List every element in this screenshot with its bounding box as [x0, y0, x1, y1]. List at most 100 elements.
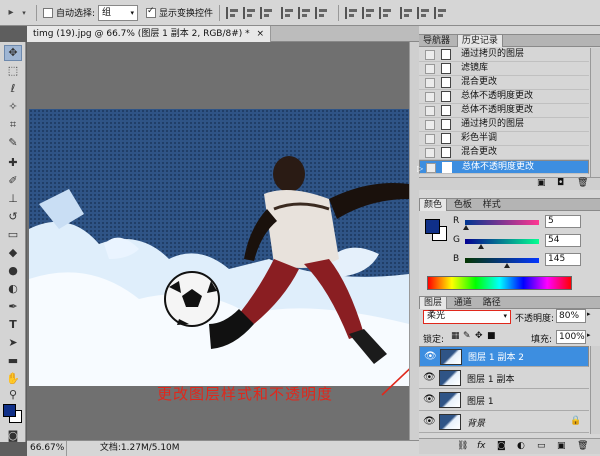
- history-brush-source-icon[interactable]: [425, 134, 435, 144]
- history-item[interactable]: 总体不透明度更改 ▷: [417, 160, 589, 174]
- distribute-vcenter-icon[interactable]: [362, 6, 376, 19]
- pen-tool-icon[interactable]: ✒: [4, 299, 22, 315]
- history-brush-source-icon[interactable]: [425, 148, 435, 158]
- link-layers-icon[interactable]: ⛓: [457, 441, 468, 451]
- snapshot-icon[interactable]: ◘: [557, 178, 564, 188]
- layer-style-icon[interactable]: fx: [477, 441, 486, 451]
- lock-paint-icon[interactable]: ✎: [463, 331, 471, 341]
- zoom-tool-icon[interactable]: ⚲: [4, 387, 22, 403]
- eraser-tool-icon[interactable]: ▭: [4, 227, 22, 243]
- eyedropper-tool-icon[interactable]: ✎: [4, 135, 22, 151]
- quick-select-tool-icon[interactable]: ✧: [4, 99, 22, 115]
- distribute-bottom-icon[interactable]: [379, 6, 393, 19]
- paint-bucket-icon[interactable]: ◆: [4, 245, 22, 261]
- history-item[interactable]: 通过拷贝的图层: [419, 118, 589, 132]
- lock-transparent-icon[interactable]: ▦: [451, 331, 460, 341]
- document-tab[interactable]: timg (19).jpg @ 66.7% (图层 1 副本 2, RGB/8#…: [27, 26, 272, 42]
- auto-select-dropdown[interactable]: 组 ▾: [98, 4, 139, 21]
- eye-icon[interactable]: 👁: [423, 394, 436, 406]
- opacity-arrow-icon[interactable]: ▸: [587, 310, 591, 318]
- move-tool-icon[interactable]: ▸: [4, 7, 18, 19]
- delete-layer-icon[interactable]: 🗑: [577, 441, 588, 451]
- history-item[interactable]: 总体不透明度更改: [419, 104, 589, 118]
- tab-paths[interactable]: 路径: [479, 297, 505, 309]
- brush-tool-icon[interactable]: ✐: [4, 173, 22, 189]
- history-item[interactable]: 混合更改: [419, 146, 589, 160]
- history-brush-source-icon[interactable]: [425, 50, 435, 60]
- history-brush-source-icon[interactable]: [426, 163, 436, 173]
- history-brush-icon[interactable]: ↺: [4, 209, 22, 225]
- layer-row[interactable]: 👁 图层 1 副本 2: [419, 346, 589, 367]
- trash-icon[interactable]: 🗑: [577, 178, 588, 188]
- lock-position-icon[interactable]: ✥: [475, 331, 483, 341]
- hand-tool-icon[interactable]: ✋: [4, 371, 22, 387]
- history-scrollbar[interactable]: [590, 48, 600, 186]
- zoom-level[interactable]: 66.67%: [27, 441, 67, 456]
- tab-channels[interactable]: 通道: [450, 297, 476, 309]
- channel-value-field[interactable]: 54: [545, 234, 581, 247]
- distribute-hcenter-icon[interactable]: [417, 6, 431, 19]
- align-top-icon[interactable]: [226, 6, 240, 19]
- adjustment-layer-icon[interactable]: ◐: [517, 441, 525, 451]
- layer-row[interactable]: 👁 图层 1: [419, 390, 589, 411]
- history-item[interactable]: 通过拷贝的图层: [419, 48, 589, 62]
- color-slider-thumb[interactable]: [477, 244, 484, 249]
- new-group-icon[interactable]: ▭: [537, 441, 546, 451]
- tab-history[interactable]: 历史记录: [456, 35, 503, 47]
- color-spectrum[interactable]: [427, 276, 572, 290]
- history-brush-source-icon[interactable]: [425, 120, 435, 130]
- distribute-left-icon[interactable]: [400, 6, 414, 19]
- path-select-icon[interactable]: ➤: [4, 335, 22, 351]
- clone-stamp-icon[interactable]: ⊥: [4, 191, 22, 207]
- lasso-tool-icon[interactable]: ℓ: [4, 81, 22, 97]
- color-fg-swatch[interactable]: [425, 219, 440, 234]
- history-item[interactable]: 总体不透明度更改: [419, 90, 589, 104]
- layers-scrollbar[interactable]: [590, 346, 600, 434]
- tab-styles[interactable]: 样式: [479, 199, 505, 211]
- history-item[interactable]: 混合更改: [419, 76, 589, 90]
- crop-tool-icon[interactable]: ⌗: [4, 117, 22, 133]
- healing-brush-icon[interactable]: ✚: [4, 155, 22, 171]
- history-brush-source-icon[interactable]: [425, 64, 435, 74]
- distribute-top-icon[interactable]: [345, 6, 359, 19]
- tab-layers[interactable]: 图层: [419, 297, 448, 309]
- quick-mask-icon[interactable]: ◙: [4, 428, 22, 444]
- new-layer-icon[interactable]: ▣: [557, 441, 566, 451]
- eye-icon[interactable]: 👁: [423, 372, 436, 384]
- history-brush-source-icon[interactable]: [425, 92, 435, 102]
- tab-swatches[interactable]: 色板: [450, 199, 476, 211]
- new-document-icon[interactable]: ▣: [537, 178, 546, 188]
- color-slider-track[interactable]: [465, 220, 539, 225]
- color-slider-track[interactable]: [465, 239, 539, 244]
- align-left-icon[interactable]: [281, 6, 295, 19]
- align-hcenter-icon[interactable]: [298, 6, 312, 19]
- fill-field[interactable]: 100%: [556, 330, 586, 344]
- canvas-area[interactable]: [27, 42, 443, 440]
- align-right-icon[interactable]: [315, 6, 329, 19]
- blur-tool-icon[interactable]: ●: [4, 263, 22, 279]
- blend-mode-dropdown[interactable]: 柔光 ▾: [423, 310, 511, 324]
- history-brush-source-icon[interactable]: [425, 106, 435, 116]
- type-tool-icon[interactable]: T: [4, 317, 22, 333]
- dodge-tool-icon[interactable]: ◐: [4, 281, 22, 297]
- shape-tool-icon[interactable]: ▬: [4, 353, 22, 369]
- channel-value-field[interactable]: 145: [545, 253, 581, 266]
- chevron-down-icon[interactable]: ▾: [18, 7, 30, 19]
- auto-select-checkbox[interactable]: [43, 7, 53, 18]
- canvas-vertical-scrollbar[interactable]: [409, 42, 419, 440]
- photo-image[interactable]: [29, 109, 409, 386]
- opacity-field[interactable]: 80%: [556, 309, 586, 323]
- layer-row[interactable]: 👁 背景 🔒: [419, 412, 589, 433]
- history-brush-source-icon[interactable]: [425, 78, 435, 88]
- eye-icon[interactable]: 👁: [423, 416, 436, 428]
- show-transform-checkbox[interactable]: [146, 6, 157, 18]
- align-vcenter-icon[interactable]: [243, 6, 257, 19]
- distribute-right-icon[interactable]: [434, 6, 448, 19]
- move-tool-icon[interactable]: ✥: [4, 45, 22, 61]
- align-bottom-icon[interactable]: [260, 6, 274, 19]
- history-item[interactable]: 彩色半调: [419, 132, 589, 146]
- eye-icon[interactable]: 👁: [424, 351, 437, 363]
- layer-mask-icon[interactable]: ◙: [497, 441, 506, 451]
- lock-all-icon[interactable]: ■: [487, 331, 496, 341]
- tab-navigator[interactable]: 导航器: [419, 35, 454, 47]
